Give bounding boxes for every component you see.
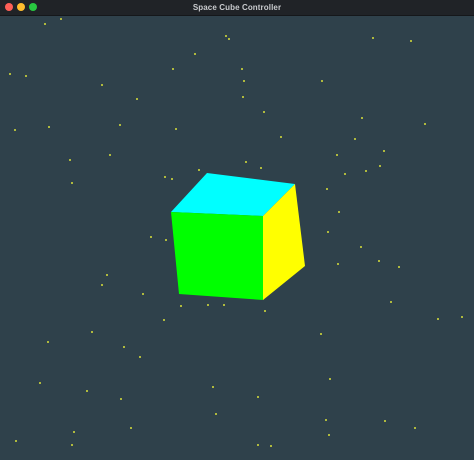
3d-scene-canvas[interactable] <box>0 16 474 460</box>
close-window-button[interactable] <box>5 3 13 11</box>
maximize-window-button[interactable] <box>29 3 37 11</box>
cube[interactable] <box>0 16 474 460</box>
window-controls <box>5 3 37 11</box>
app-window: Space Cube Controller <box>0 0 474 460</box>
window-title: Space Cube Controller <box>192 3 282 12</box>
title-bar[interactable]: Space Cube Controller <box>0 0 474 16</box>
cube-front-face <box>171 212 263 300</box>
minimize-window-button[interactable] <box>17 3 25 11</box>
